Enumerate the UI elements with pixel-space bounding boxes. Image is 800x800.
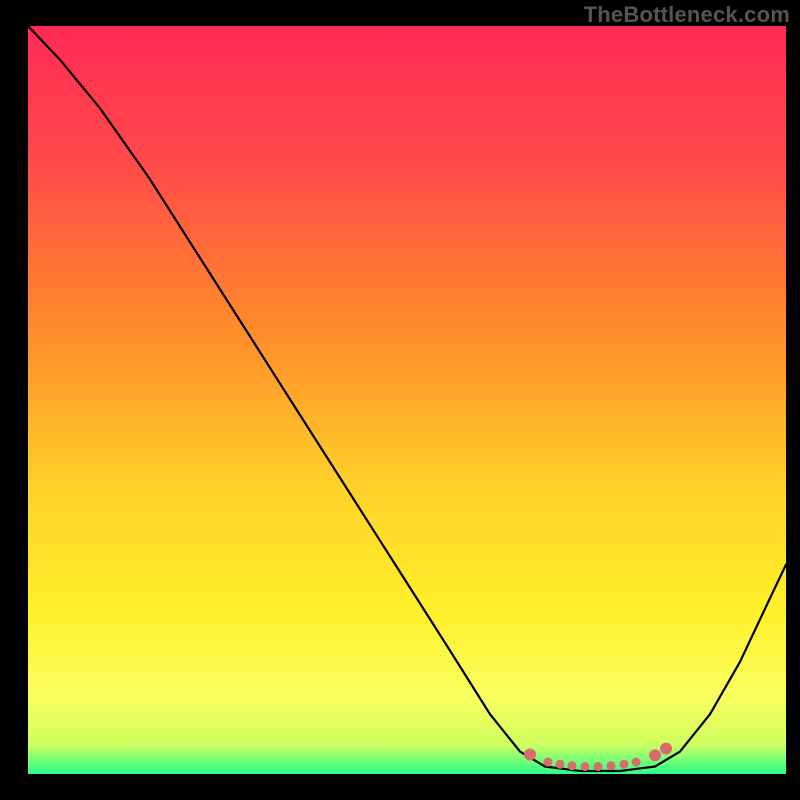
curve-marker [620, 760, 629, 769]
curve-marker [581, 762, 590, 771]
curve-marker [524, 749, 536, 761]
curve-marker [649, 749, 661, 761]
curve-marker [544, 758, 553, 767]
chart-container: TheBottleneck.com [0, 0, 800, 800]
curve-marker [660, 743, 672, 755]
plot-background [28, 26, 786, 774]
curve-marker [632, 758, 641, 767]
curve-marker [607, 761, 616, 770]
bottleneck-chart [0, 0, 800, 800]
curve-marker [594, 762, 603, 771]
curve-marker [568, 761, 577, 770]
curve-marker [556, 760, 565, 769]
watermark-text: TheBottleneck.com [584, 2, 790, 28]
